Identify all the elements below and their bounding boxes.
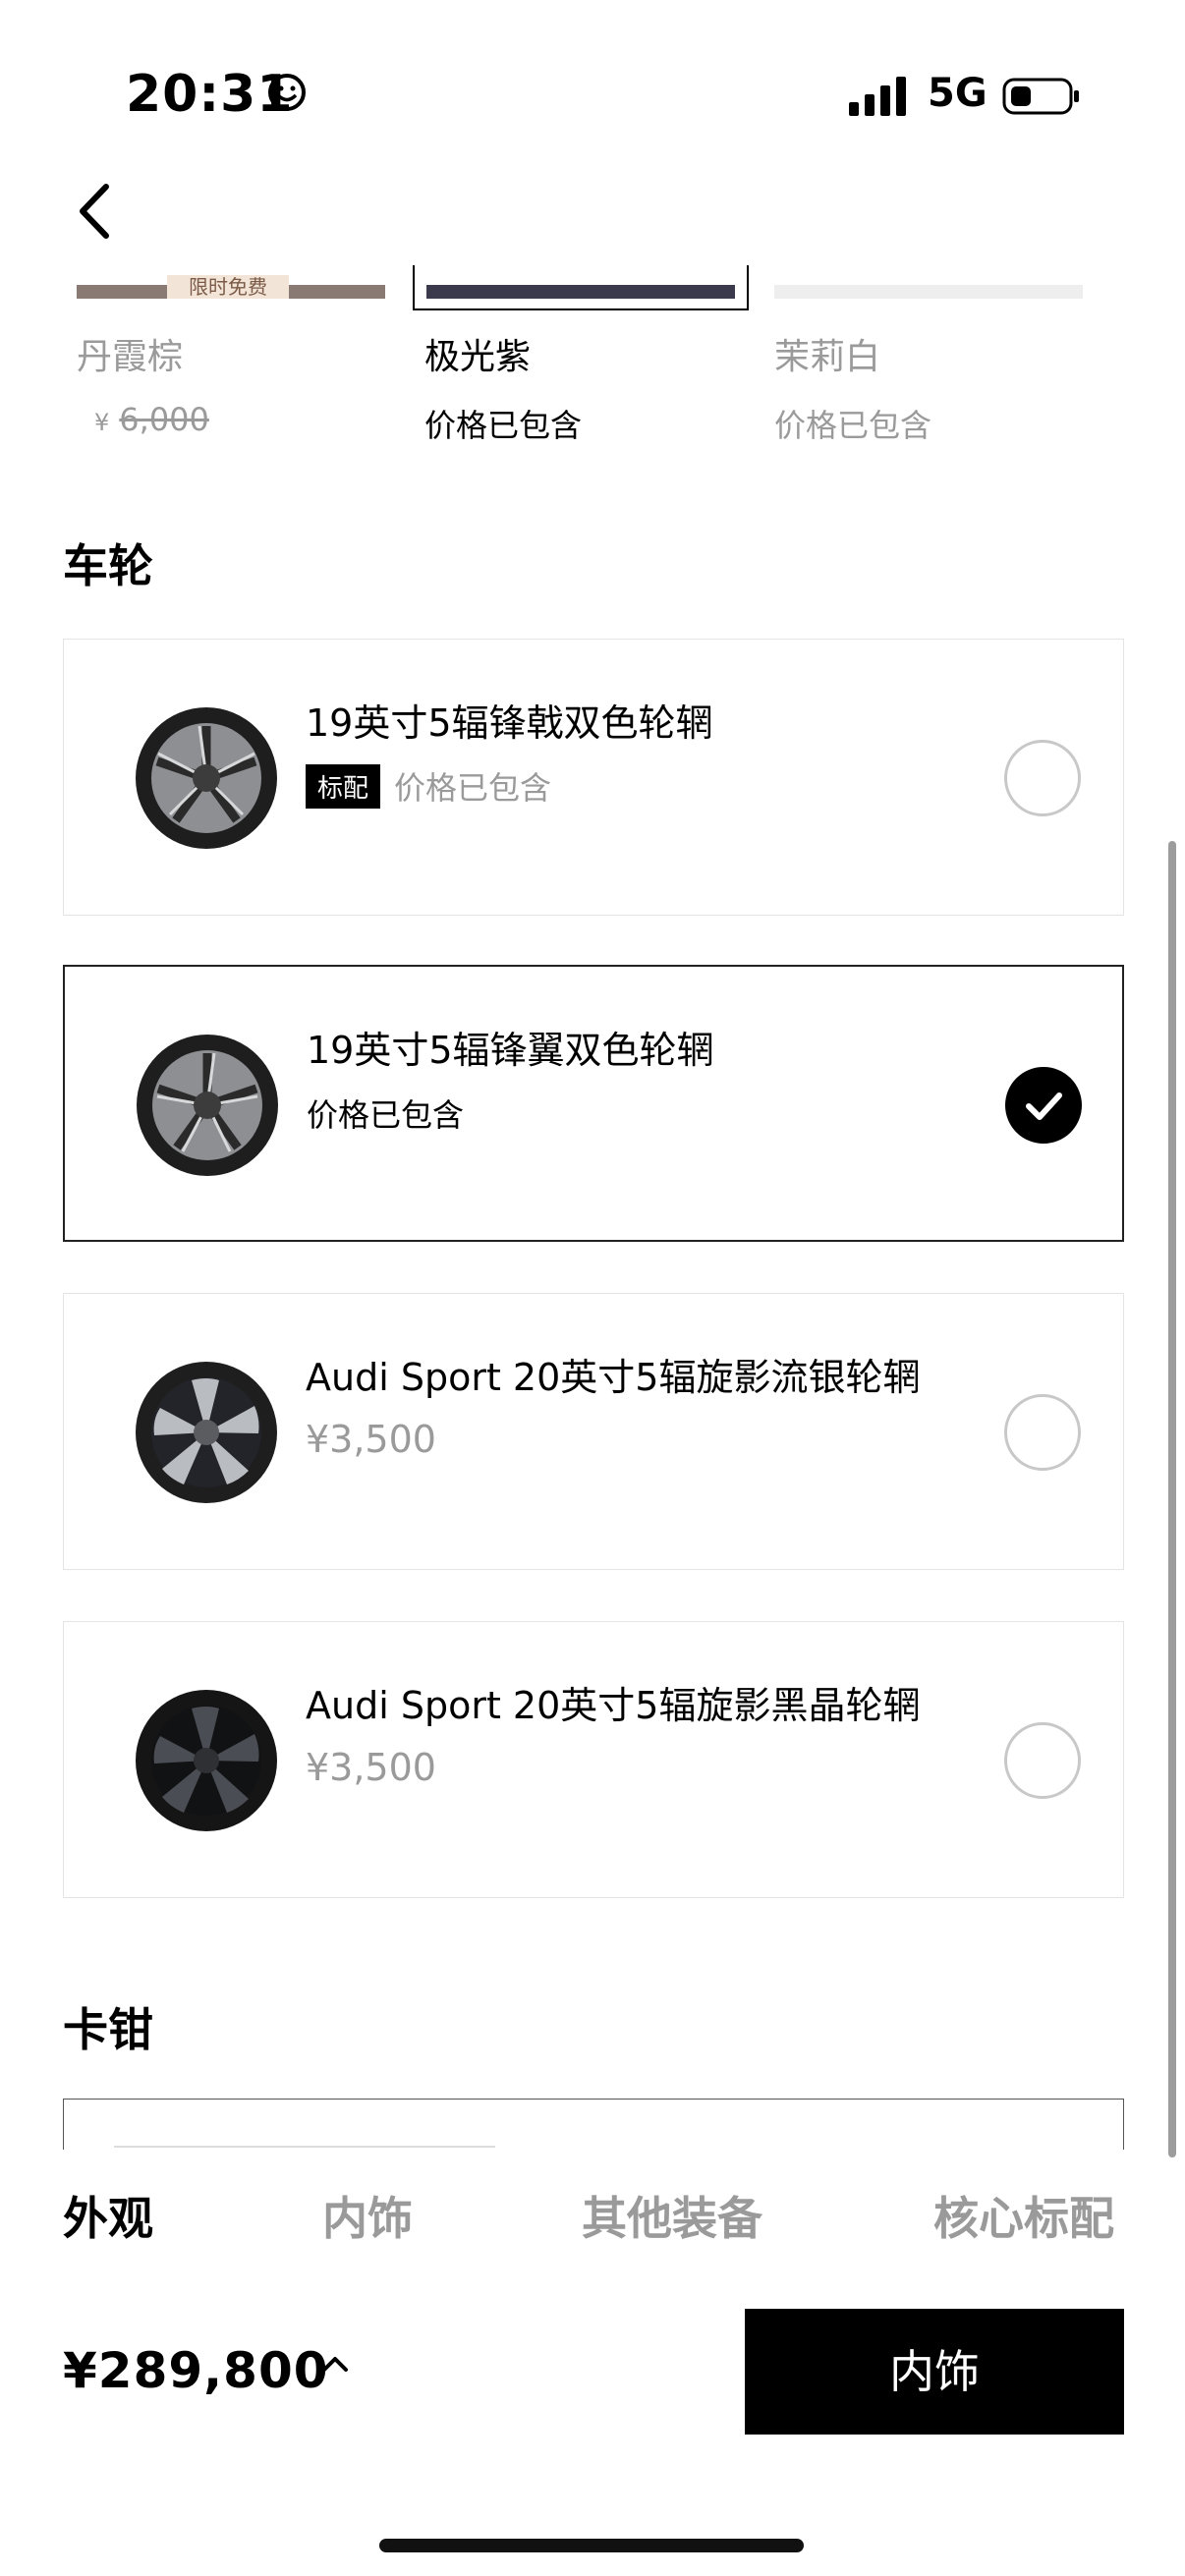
wheel-price-text: 价格已包含 (307, 1096, 465, 1134)
wheel-price: ¥3,500 (306, 1418, 436, 1461)
original-price: 6,000 (119, 401, 209, 438)
wheel-title: 19英寸5辐锋戟双色轮辋 (306, 701, 713, 745)
currency-symbol: ¥ (94, 409, 110, 436)
wheel-title: Audi Sport 20英寸5辐旋影流银轮辋 (306, 1356, 921, 1399)
tab-exterior[interactable]: 外观 (63, 2183, 153, 2248)
color-swatch-3[interactable] (774, 285, 1083, 299)
scrollbar[interactable] (1168, 841, 1176, 2157)
color-name-3[interactable]: 茉莉白 (774, 328, 880, 379)
signal-icon (849, 77, 906, 116)
color-name-2[interactable]: 极光紫 (424, 328, 531, 379)
battery-icon (1002, 78, 1079, 115)
wheel-option-1[interactable]: 19英寸5辐锋戟双色轮辋 标配 价格已包含 (63, 639, 1124, 916)
color-swatch-2[interactable] (426, 285, 735, 299)
standard-badge: 标配 (306, 763, 381, 809)
tab-core-standard[interactable]: 核心标配 (933, 2183, 1114, 2248)
radio-button-checked[interactable] (1005, 1067, 1082, 1144)
caliper-section-title: 卡钳 (63, 2003, 153, 2056)
wheel-image (136, 1690, 277, 1831)
total-price[interactable]: ¥289,800 (63, 2342, 329, 2399)
wheel-price-text: 价格已包含 (394, 769, 552, 807)
caliper-option-card[interactable] (63, 2099, 1124, 2150)
network-label: 5G (928, 71, 988, 116)
chevron-up-icon[interactable] (318, 2348, 352, 2381)
home-indicator[interactable] (379, 2539, 804, 2552)
radio-button[interactable] (1004, 1394, 1081, 1471)
check-icon (1026, 1092, 1062, 1120)
color-price-1: ¥6,000 (94, 401, 209, 438)
wheel-meta: 标配 价格已包含 (306, 763, 551, 809)
color-price-3: 价格已包含 (774, 407, 932, 444)
back-arrow-icon[interactable] (69, 177, 128, 246)
wheel-image (136, 707, 277, 849)
wheel-title: 19英寸5辐锋翼双色轮辋 (307, 1029, 714, 1072)
tab-interior[interactable]: 内饰 (322, 2183, 413, 2248)
wheel-price: ¥3,500 (306, 1746, 436, 1789)
wheel-image (137, 1035, 278, 1176)
wheel-title: Audi Sport 20英寸5辐旋影黑晶轮辋 (306, 1684, 921, 1727)
radio-button[interactable] (1004, 1722, 1081, 1799)
divider (114, 2146, 495, 2148)
color-name-1[interactable]: 丹霞棕 (77, 328, 183, 379)
color-price-2: 价格已包含 (424, 407, 583, 444)
wheel-image (136, 1362, 277, 1503)
wheel-option-3[interactable]: Audi Sport 20英寸5辐旋影流银轮辋 ¥3,500 (63, 1293, 1124, 1570)
tab-other-equipment[interactable]: 其他装备 (582, 2183, 762, 2248)
radio-button[interactable] (1004, 740, 1081, 816)
wheels-section-title: 车轮 (63, 539, 153, 592)
free-tag: 限时免费 (167, 275, 289, 299)
next-interior-button[interactable]: 内饰 (745, 2309, 1124, 2435)
wheel-option-2[interactable]: 19英寸5辐锋翼双色轮辋 价格已包含 (63, 965, 1124, 1242)
smiley-icon (268, 74, 306, 111)
wheel-option-4[interactable]: Audi Sport 20英寸5辐旋影黑晶轮辋 ¥3,500 (63, 1621, 1124, 1898)
